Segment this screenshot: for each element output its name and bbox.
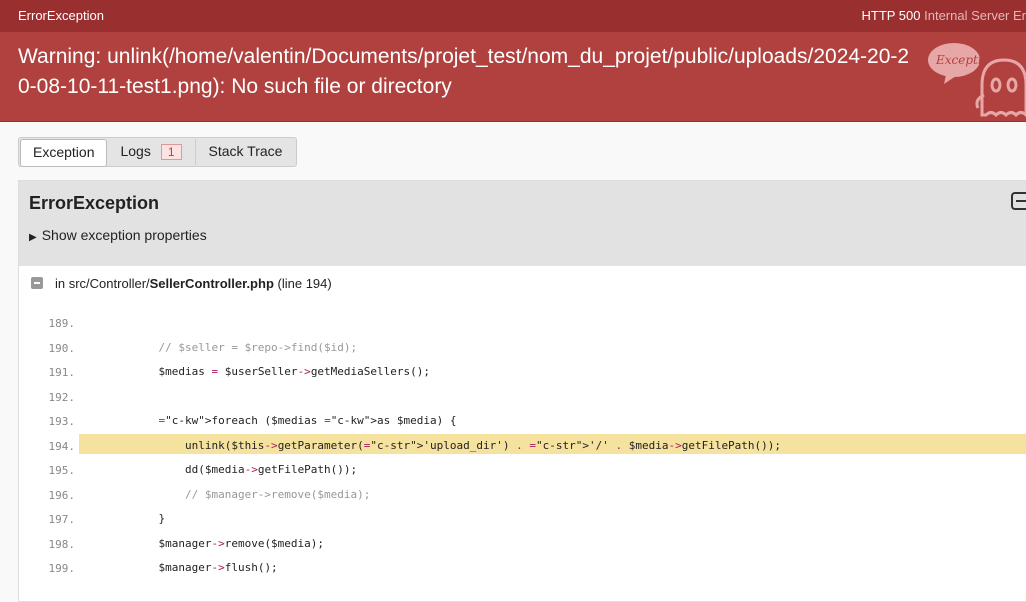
code-line: 192. (19, 385, 1026, 410)
exception-panel: ErrorException ▶ Show exception propertie… (18, 180, 1026, 602)
tab-stack-trace[interactable]: Stack Trace (196, 139, 296, 165)
code-text: $medias = $userSeller->getMediaSellers()… (79, 365, 431, 378)
code-text: // $seller = $repo->find($id); (79, 340, 358, 354)
status-text: Internal Server Er (924, 8, 1026, 23)
line-number: 190. (48, 341, 76, 355)
logs-count-badge: 1 (160, 144, 182, 160)
code-excerpt: 189. 190. // $seller = $repo->find($id); 1… (19, 311, 1026, 581)
code-line: 197. } (19, 507, 1026, 532)
show-exception-properties-toggle[interactable]: ▶ Show exception properties (29, 227, 207, 243)
tab-logs[interactable]: Logs 1 (107, 139, 196, 165)
tab-label: Logs (120, 143, 151, 159)
trace-file-line: in src/Controller/SellerController.php (… (55, 276, 332, 291)
exception-title: ErrorException (29, 193, 160, 213)
code-text: ="c-kw">foreach ($medias ="c-kw">as $med… (158, 414, 457, 427)
exception-header: Warning: unlink(/home/valentin/Documents… (0, 32, 1026, 122)
code-line: 198. $manager->remove($media); (19, 532, 1026, 557)
exception-ghost-icon: Exception! (928, 43, 1026, 118)
line-number: 199. (48, 562, 76, 575)
exception-message: Warning: unlink(/home/valentin/Documents… (18, 45, 910, 98)
http-status: HTTP 500 Internal Server Er (861, 8, 1026, 23)
code-line: 193. ="c-kw">foreach ($medias ="c-kw">as… (19, 409, 1026, 434)
top-bar: ErrorException HTTP 500 Internal Server … (0, 0, 1026, 32)
code-line: 191. $medias = $userSeller->getMediaSell… (19, 360, 1026, 385)
code-line: 195. dd($media->getFilePath()); (19, 458, 1026, 483)
status-code: HTTP 500 (861, 8, 921, 23)
code-text: } (79, 512, 166, 525)
line-number: 198. (48, 537, 76, 551)
code-text: dd($media->getFilePath()); (79, 463, 358, 476)
line-number: 195. (48, 464, 76, 477)
exception-panel-header: ErrorException ▶ Show exception propertie… (19, 181, 1026, 266)
file-name: SellerController.php (149, 276, 274, 291)
tab-exception[interactable]: Exception (20, 139, 108, 167)
line-number: 196. (48, 488, 76, 502)
code-text: // $manager->remove($media); (79, 487, 371, 501)
tab-label: Stack Trace (208, 143, 283, 159)
line-number: 189. (48, 317, 76, 330)
code-line: 190. // $seller = $repo->find($id); (19, 336, 1026, 361)
ghost-speech-text: Exception! (935, 53, 1002, 67)
collapse-icon[interactable] (1011, 192, 1026, 210)
code-line: 196. // $manager->remove($media); (19, 483, 1026, 508)
file-line-number: (line 194) (277, 276, 332, 291)
code-line-highlighted: 194. unlink($this->getParameter(="c-str"… (19, 433, 1026, 459)
toggle-label: Show exception properties (41, 227, 207, 243)
code-line: 189. (19, 311, 1026, 336)
expand-triangle-icon: ▶ (29, 232, 37, 243)
line-number: 191. (48, 366, 76, 379)
tab-label: Exception (33, 144, 95, 160)
line-number: 193. (48, 415, 76, 428)
line-number: 197. (48, 513, 76, 526)
collapse-trace-icon[interactable] (31, 277, 43, 289)
file-prefix: in src/Controller/ (55, 276, 150, 291)
code-line: 199. $manager->flush(); (19, 556, 1026, 581)
tab-bar: Exception Logs 1 Stack Trace (18, 137, 298, 167)
code-text: unlink($this->getParameter(="c-str">'upl… (79, 433, 1026, 454)
code-text: $manager->remove($media); (79, 536, 325, 550)
line-number: 192. (48, 390, 76, 404)
code-text: $manager->flush(); (79, 561, 278, 574)
line-number: 194. (48, 439, 76, 453)
exception-class-label: ErrorException (18, 8, 104, 23)
